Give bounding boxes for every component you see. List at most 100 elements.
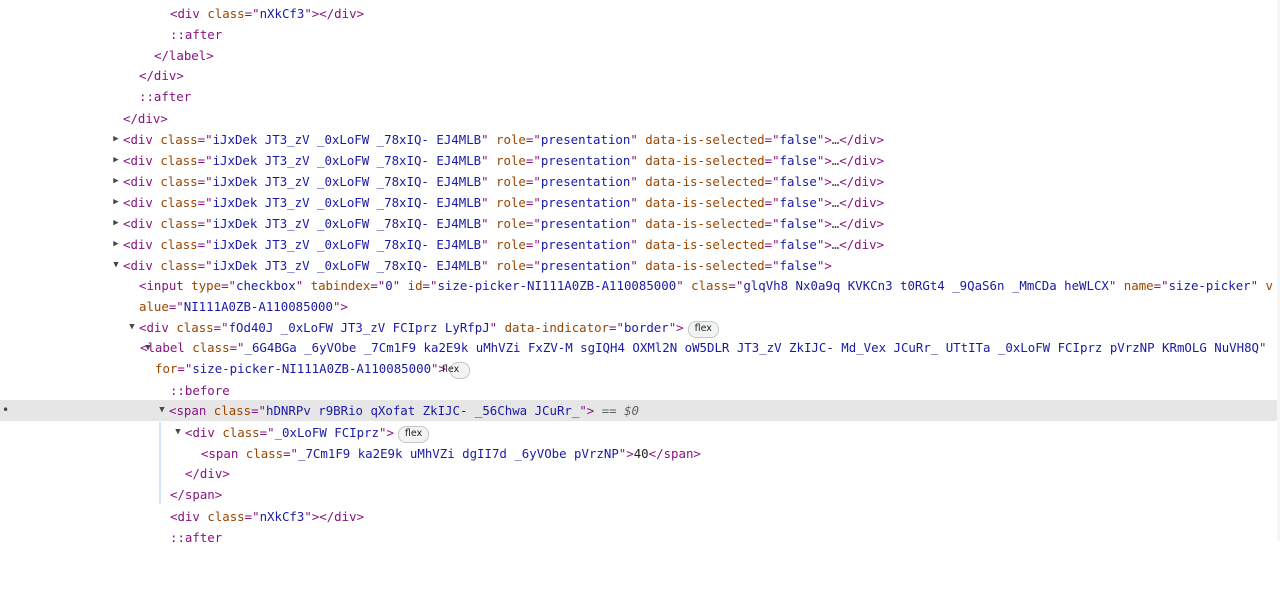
pseudo-label: ::before xyxy=(170,383,230,398)
node-code: <div class="iJxDek JT3_zV _0xLoFW _78xIQ… xyxy=(123,195,885,210)
expand-arrow-icon[interactable]: ▶ xyxy=(111,192,121,213)
expand-arrow-icon[interactable]: ▶ xyxy=(111,129,121,150)
node-code: </div> xyxy=(139,68,184,83)
attr-value: iJxDek JT3_zV _0xLoFW _78xIQ- EJ4MLB xyxy=(212,258,482,273)
attr-name: class xyxy=(207,509,245,524)
dom-closing-span[interactable]: </span> xyxy=(0,484,1280,505)
dom-node-row-collapsed[interactable]: ▶ <div class="iJxDek JT3_zV _0xLoFW _78x… xyxy=(0,150,1280,171)
attr-value: 0 xyxy=(385,278,393,293)
collapse-arrow-icon[interactable]: ▼ xyxy=(127,317,137,338)
dom-closing-div[interactable]: </div> xyxy=(0,65,1280,86)
attr-name: type xyxy=(191,278,222,293)
tag-name: div xyxy=(130,216,153,231)
node-code: <input type="checkbox" tabindex="0" id="… xyxy=(139,278,1274,314)
attr-value: presentation xyxy=(540,174,631,189)
dom-node-row-collapsed[interactable]: ▶ <div class="iJxDek JT3_zV _0xLoFW _78x… xyxy=(0,171,1280,192)
selected-node-marker: == $0 xyxy=(601,403,640,418)
expand-arrow-icon[interactable]: ▶ xyxy=(111,234,121,255)
attr-name: role xyxy=(496,237,526,252)
flex-badge[interactable]: flex xyxy=(687,321,719,338)
attr-value: _0xLoFW FCIprz xyxy=(274,425,379,440)
tag-name: div xyxy=(130,237,153,252)
attr-value: _6G4BGa _6yVObe _7Cm1F9 ka2E9k uMhVZi Fx… xyxy=(244,340,1260,355)
attr-name: data-is-selected xyxy=(645,153,765,168)
attr-value: false xyxy=(779,195,817,210)
attr-value: fOd40J _0xLoFW JT3_zV FCIprz LyRfpJ xyxy=(228,320,490,335)
attr-value: border xyxy=(623,320,669,335)
attr-name: data-is-selected xyxy=(645,174,765,189)
dom-node-row-expanded[interactable]: ▼ <div class="iJxDek JT3_zV _0xLoFW _78x… xyxy=(0,255,1280,276)
node-code: </div> xyxy=(185,466,230,481)
tag-name: div xyxy=(199,466,223,481)
dom-node-div-nxkcf3[interactable]: <div class="nXkCf3"></div> xyxy=(0,3,1280,24)
node-code: <div class="iJxDek JT3_zV _0xLoFW _78xIQ… xyxy=(123,237,885,252)
tag-name: div xyxy=(130,132,153,147)
dom-node-inner-span[interactable]: <span class="_7Cm1F9 ka2E9k uMhVZi dgII7… xyxy=(0,443,1280,464)
pseudo-element-after[interactable]: ::after xyxy=(0,86,1280,107)
attr-name: class xyxy=(160,237,198,252)
dom-node-row-collapsed[interactable]: ▶ <div class="iJxDek JT3_zV _0xLoFW _78x… xyxy=(0,192,1280,213)
attr-name: data-is-selected xyxy=(645,258,765,273)
tag-name: span xyxy=(176,403,207,418)
dom-node-inner-div[interactable]: ▼ <div class="_0xLoFW FCIprz"> flex xyxy=(0,422,1280,443)
attr-name: id xyxy=(407,278,423,293)
dom-node-row-collapsed[interactable]: ▶ <div class="iJxDek JT3_zV _0xLoFW _78x… xyxy=(0,234,1280,255)
tag-name: div xyxy=(130,195,153,210)
collapse-arrow-icon[interactable]: ▼ xyxy=(157,400,167,421)
selection-dot-icon: • xyxy=(2,403,10,417)
tag-name: div xyxy=(334,6,357,21)
attr-name: class xyxy=(192,340,230,355)
attr-value: hDNRPv r9BRio qXofat ZkIJC- _56Chwa JCuR… xyxy=(266,403,580,418)
tag-name: div xyxy=(177,6,200,21)
dom-node-row-collapsed[interactable]: ▶ <div class="iJxDek JT3_zV _0xLoFW _78x… xyxy=(0,213,1280,234)
dom-closing-div[interactable]: </div> xyxy=(0,108,1280,129)
pseudo-element-after[interactable]: ::after xyxy=(0,24,1280,45)
attr-name: class xyxy=(691,278,729,293)
text-node: 40 xyxy=(633,446,649,461)
dom-node-div-nxkcf3[interactable]: <div class="nXkCf3"></div> xyxy=(0,506,1280,527)
pseudo-element-after[interactable]: ::after xyxy=(0,527,1280,548)
tag-name: div xyxy=(854,174,877,189)
collapse-arrow-icon[interactable]: ▼ xyxy=(173,422,183,443)
attr-name: data-indicator xyxy=(504,320,610,335)
attr-value: false xyxy=(779,237,817,252)
node-code: <span class="_7Cm1F9 ka2E9k uMhVZi dgII7… xyxy=(201,446,701,461)
attr-value: nXkCf3 xyxy=(259,6,305,21)
dom-closing-div[interactable]: </div> xyxy=(0,463,1280,484)
attr-name: class xyxy=(160,216,198,231)
tag-name: label xyxy=(168,48,207,63)
attr-name: class xyxy=(160,258,198,273)
collapse-arrow-icon[interactable]: ▼ xyxy=(111,255,121,276)
attr-value: glqVh8 Nx0a9q KVKCn3 t0RGt4 _9QaS6n _MmC… xyxy=(743,278,1109,293)
attr-value: _7Cm1F9 ka2E9k uMhVZi dgII7d _6yVObe pVr… xyxy=(298,446,619,461)
node-code: <div class="iJxDek JT3_zV _0xLoFW _78xIQ… xyxy=(123,132,885,147)
dom-node-indicator-div[interactable]: ▼ <div class="fOd40J _0xLoFW JT3_zV FCIp… xyxy=(0,317,1280,338)
attr-name: for xyxy=(155,360,178,376)
flex-badge[interactable]: flex xyxy=(397,426,430,443)
tag-name: input xyxy=(146,278,184,293)
node-code: </label> xyxy=(154,48,214,63)
attr-value: iJxDek JT3_zV _0xLoFW _78xIQ- EJ4MLB xyxy=(212,237,482,252)
node-code: <div class="iJxDek JT3_zV _0xLoFW _78xIQ… xyxy=(123,153,885,168)
tag-name: div xyxy=(854,195,877,210)
node-code: <div class="_0xLoFW FCIprz"> flex xyxy=(185,422,430,443)
dom-node-span-selected[interactable]: • ▼ <span class="hDNRPv r9BRio qXofat Zk… xyxy=(0,400,1280,421)
pseudo-label: ::after xyxy=(170,530,223,545)
dom-closing-label[interactable]: </label> xyxy=(0,45,1280,66)
pseudo-label: ::after xyxy=(170,27,223,42)
pseudo-element-before[interactable]: ::before xyxy=(0,380,1280,401)
node-code: <div class="iJxDek JT3_zV _0xLoFW _78xIQ… xyxy=(123,216,885,231)
dom-node-input-checkbox[interactable]: <input type="checkbox" tabindex="0" id="… xyxy=(0,276,1280,317)
attr-value: iJxDek JT3_zV _0xLoFW _78xIQ- EJ4MLB xyxy=(212,132,482,147)
expand-arrow-icon[interactable]: ▶ xyxy=(111,150,121,171)
expand-arrow-icon[interactable]: ▶ xyxy=(111,213,121,234)
dom-node-label[interactable]: ▼ <label class="_6G4BGa _6yVObe _7Cm1F9 … xyxy=(0,338,1280,379)
attr-name: class xyxy=(213,403,252,418)
tag-name: span xyxy=(208,446,239,461)
flex-badge[interactable]: flex xyxy=(442,361,470,379)
attr-value: iJxDek JT3_zV _0xLoFW _78xIQ- EJ4MLB xyxy=(212,153,482,168)
dom-node-row-collapsed[interactable]: ▶ <div class="iJxDek JT3_zV _0xLoFW _78x… xyxy=(0,129,1280,150)
attr-name: data-is-selected xyxy=(645,216,765,231)
expand-arrow-icon[interactable]: ▶ xyxy=(111,171,121,192)
attr-value: presentation xyxy=(540,216,631,231)
